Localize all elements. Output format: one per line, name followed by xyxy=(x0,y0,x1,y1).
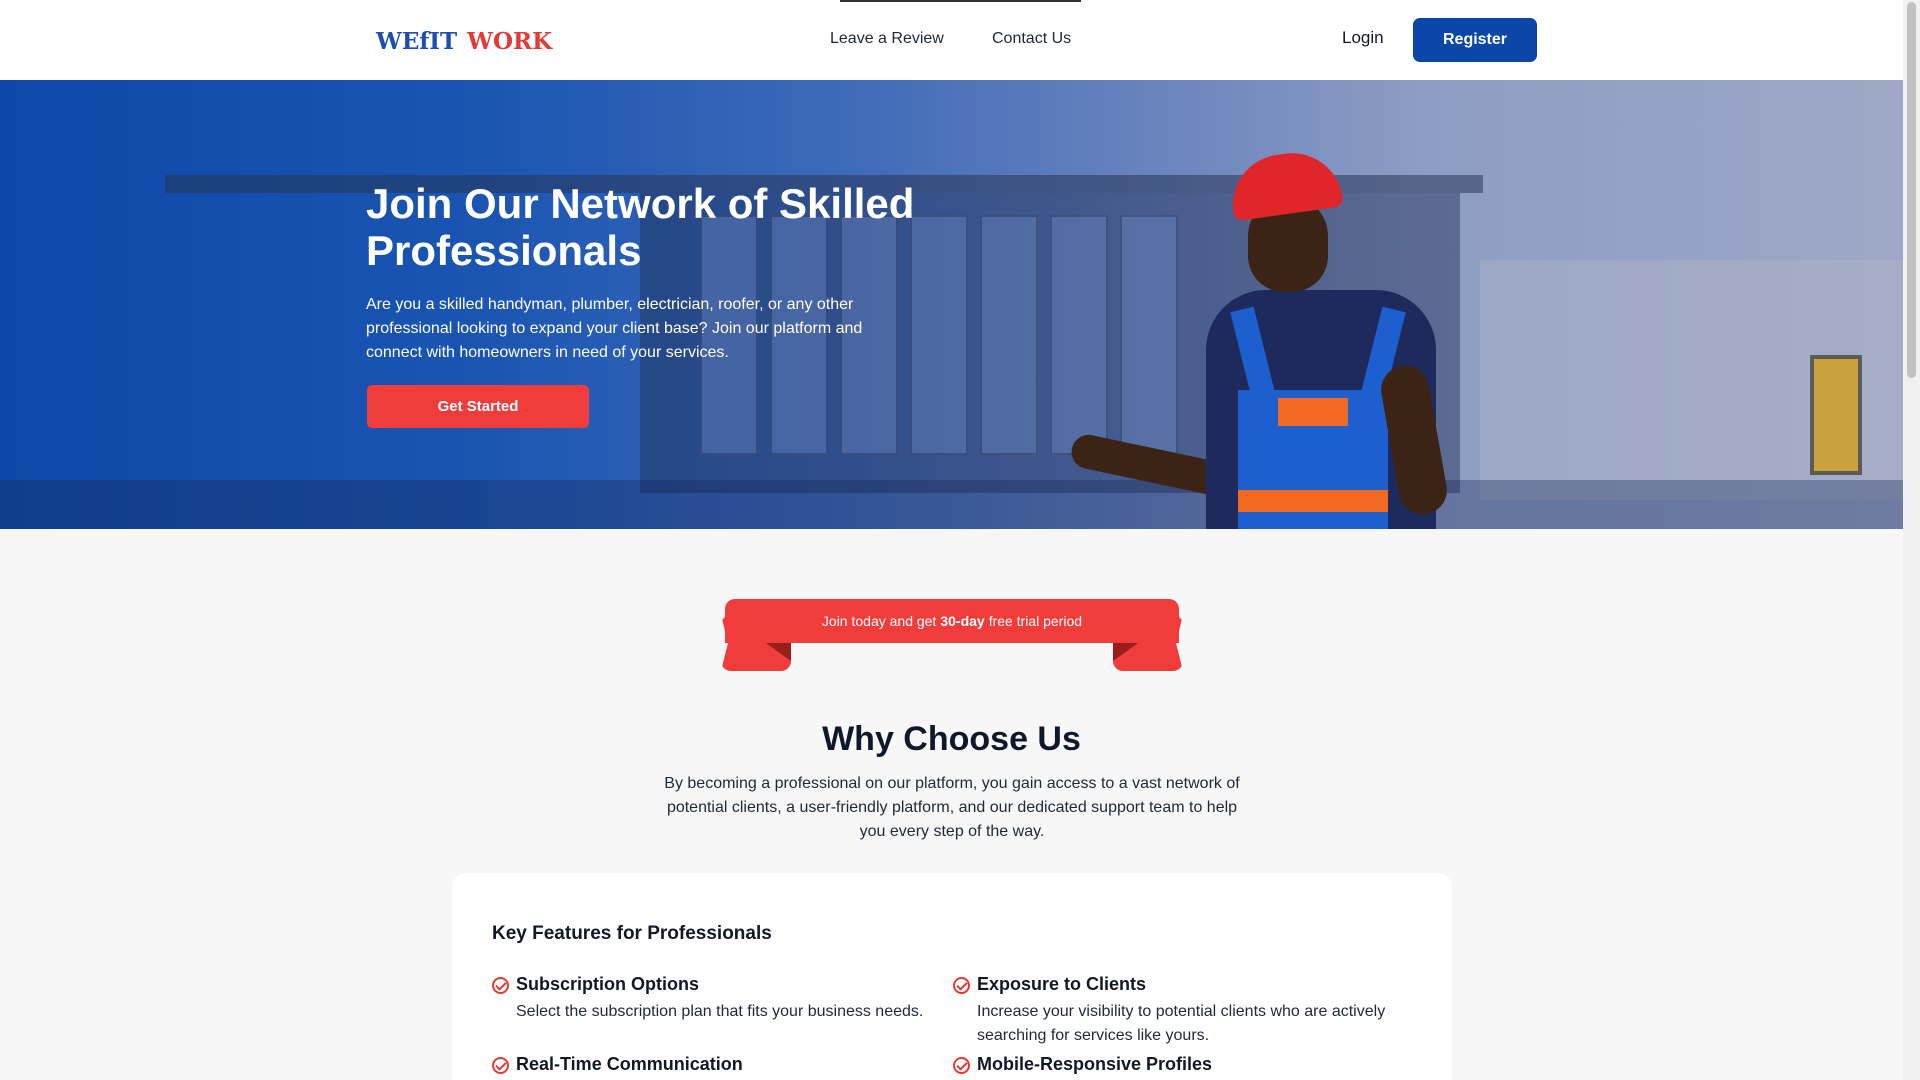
logo-text-blue: WEfIT xyxy=(376,27,458,55)
wefitwork-logo[interactable]: WEfIT WORK xyxy=(376,26,552,56)
key-features-card: Key Features for Professionals Subscript… xyxy=(452,873,1452,1080)
nav-leave-review[interactable]: Leave a Review xyxy=(830,30,944,48)
free-trial-ribbon: Join today and get 30-day free trial per… xyxy=(721,599,1183,672)
register-button[interactable]: Register xyxy=(1413,18,1537,62)
check-circle-icon xyxy=(492,1057,509,1074)
check-circle-icon xyxy=(492,977,509,994)
overall-belt xyxy=(1238,490,1388,512)
ribbon-text-highlight: 30-day xyxy=(940,613,985,629)
feature-title: Mobile-Responsive Profiles xyxy=(977,1054,1213,1074)
get-started-button[interactable]: Get Started xyxy=(367,385,589,428)
ribbon-text-prefix: Join today and get xyxy=(821,613,937,629)
hero-ground-shrubs xyxy=(0,480,1903,529)
why-choose-us-description: By becoming a professional on our platfo… xyxy=(664,775,1240,840)
hero-banner: Join Our Network of Skilled Professional… xyxy=(0,80,1903,529)
ribbon-banner: Join today and get 30-day free trial per… xyxy=(725,599,1179,643)
feature-title: Real-Time Communication xyxy=(516,1054,743,1074)
ribbon-text-suffix: free trial period xyxy=(988,613,1083,629)
login-link[interactable]: Login xyxy=(1342,28,1384,48)
check-circle-icon xyxy=(953,1057,970,1074)
page-scrollbar[interactable] xyxy=(1903,0,1920,1080)
nav-contact-us[interactable]: Contact Us xyxy=(992,30,1071,48)
logo-text-red: WORK xyxy=(467,27,553,55)
nav-active-indicator xyxy=(840,0,1081,2)
feature-title: Exposure to Clients xyxy=(977,974,1147,994)
check-circle-icon xyxy=(953,977,970,994)
why-choose-us-title: Why Choose Us xyxy=(822,720,1081,758)
feature-title: Subscription Options xyxy=(516,974,699,994)
feature-description: Select the subscription plan that fits y… xyxy=(516,1003,924,1020)
hero-worker-image xyxy=(1030,146,1510,529)
hero-title: Join Our Network of Skilled Professional… xyxy=(366,180,915,274)
feature-description: Increase your visibility to potential cl… xyxy=(977,1003,1386,1044)
scrollbar-thumb[interactable] xyxy=(1907,2,1916,378)
key-features-title: Key Features for Professionals xyxy=(492,923,772,944)
hero-house-lit-window xyxy=(1810,355,1862,475)
hero-description: Are you a skilled handyman, plumber, ele… xyxy=(366,296,863,361)
hard-hat-icon xyxy=(1226,146,1344,222)
top-header: WEfIT WORK Leave a Review Contact Us Log… xyxy=(0,0,1903,80)
overall-pocket xyxy=(1278,398,1348,426)
